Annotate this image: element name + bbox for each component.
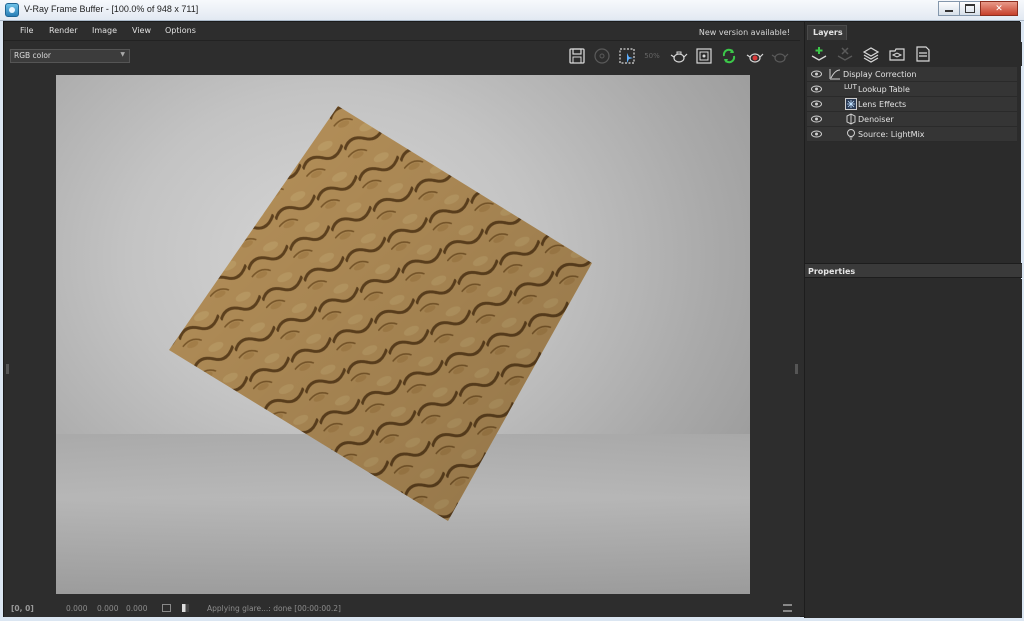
layer-row-denoiser[interactable]: Denoiser	[807, 112, 1017, 127]
layer-label-lens-effects: Lens Effects	[858, 100, 907, 109]
menu-view[interactable]: View	[132, 26, 151, 35]
layer-presets-icon[interactable]	[913, 44, 933, 64]
window-title: V-Ray Frame Buffer - [100.0% of 948 x 71…	[24, 4, 199, 14]
pixel-g-value: 0.000	[97, 604, 119, 613]
layer-row-source-lightmix[interactable]: Source: LightMix	[807, 127, 1017, 142]
visibility-eye-icon[interactable]	[811, 115, 822, 123]
display-correction-icon	[829, 69, 841, 80]
render-image[interactable]	[56, 75, 750, 594]
status-message: Applying glare...: done [00:00:00.2]	[207, 604, 341, 613]
channel-select[interactable]: RGB color ▼	[10, 49, 130, 63]
track-mouse-icon[interactable]	[693, 45, 715, 67]
pixel-coords: [0, 0]	[11, 604, 34, 613]
region-render-icon[interactable]	[616, 45, 638, 67]
compare-icon[interactable]	[182, 604, 189, 612]
layer-list: Display Correction LUT Lookup Table Lens…	[807, 67, 1017, 142]
menu-render[interactable]: Render	[49, 26, 77, 35]
layer-label-lookup-table: Lookup Table	[858, 85, 910, 94]
add-layer-icon[interactable]	[809, 44, 829, 64]
stop-circle-icon[interactable]	[591, 45, 613, 67]
pixel-b-value: 0.000	[126, 604, 148, 613]
visibility-eye-icon[interactable]	[811, 70, 822, 78]
stop-render-teapot-icon[interactable]	[744, 45, 766, 67]
teapot-icon[interactable]	[668, 45, 690, 67]
layer-row-lookup-table[interactable]: LUT Lookup Table	[807, 82, 1017, 97]
lightmix-icon	[847, 129, 855, 140]
delete-layer-icon[interactable]	[835, 44, 855, 64]
status-bar: [0, 0] 0.000 0.000 0.000 Applying glare.…	[4, 600, 800, 617]
textured-cube	[169, 106, 592, 521]
refresh-icon[interactable]	[718, 45, 740, 67]
load-layers-icon[interactable]	[887, 44, 907, 64]
layers-panel: Layers Display Correction LUT Lookup Tab…	[804, 22, 1022, 618]
lut-icon: LUT	[844, 83, 857, 91]
save-icon[interactable]	[566, 45, 588, 67]
properties-header: Properties	[805, 263, 1022, 278]
layer-toolbar	[805, 42, 1022, 66]
chevron-down-icon: ▼	[120, 51, 125, 58]
channel-select-value: RGB color	[14, 51, 52, 60]
menu-options[interactable]: Options	[165, 26, 196, 35]
denoiser-icon	[846, 113, 856, 125]
visibility-eye-icon[interactable]	[811, 85, 822, 93]
vray-app-icon	[5, 3, 19, 17]
layer-label-display-correction: Display Correction	[843, 70, 917, 79]
menu-file[interactable]: File	[20, 26, 33, 35]
layer-row-display-correction[interactable]: Display Correction	[807, 67, 1017, 82]
tab-layers[interactable]: Layers	[807, 25, 847, 40]
visibility-eye-icon[interactable]	[811, 100, 822, 108]
maximize-button[interactable]	[959, 1, 981, 16]
lens-effects-icon	[845, 98, 857, 110]
toolbar: RGB color ▼ 50%	[4, 42, 800, 72]
title-bar: V-Ray Frame Buffer - [100.0% of 948 x 71…	[0, 0, 1024, 21]
zoom-icon[interactable]: 50%	[641, 45, 663, 67]
layer-stack-icon[interactable]	[861, 44, 881, 64]
render-teapot-icon[interactable]	[769, 45, 791, 67]
log-icon[interactable]	[783, 604, 792, 612]
window-controls: ✕	[938, 1, 1018, 18]
render-viewport[interactable]	[4, 72, 800, 598]
minimize-button[interactable]	[938, 1, 960, 16]
new-version-link[interactable]: New version available!	[699, 28, 790, 37]
layer-label-denoiser: Denoiser	[858, 115, 894, 124]
layer-label-source-lightmix: Source: LightMix	[858, 130, 925, 139]
frame-buffer-app: File Render Image View Options New versi…	[3, 21, 1022, 618]
color-swatch-icon[interactable]	[162, 604, 171, 612]
layer-row-lens-effects[interactable]: Lens Effects	[807, 97, 1017, 112]
right-panel-handle[interactable]	[795, 364, 798, 374]
close-button[interactable]: ✕	[980, 1, 1018, 16]
menu-image[interactable]: Image	[92, 26, 117, 35]
properties-panel	[805, 279, 1022, 618]
menu-bar: File Render Image View Options New versi…	[4, 22, 800, 41]
visibility-eye-icon[interactable]	[811, 130, 822, 138]
pixel-r-value: 0.000	[66, 604, 88, 613]
left-panel-handle[interactable]	[6, 364, 9, 374]
